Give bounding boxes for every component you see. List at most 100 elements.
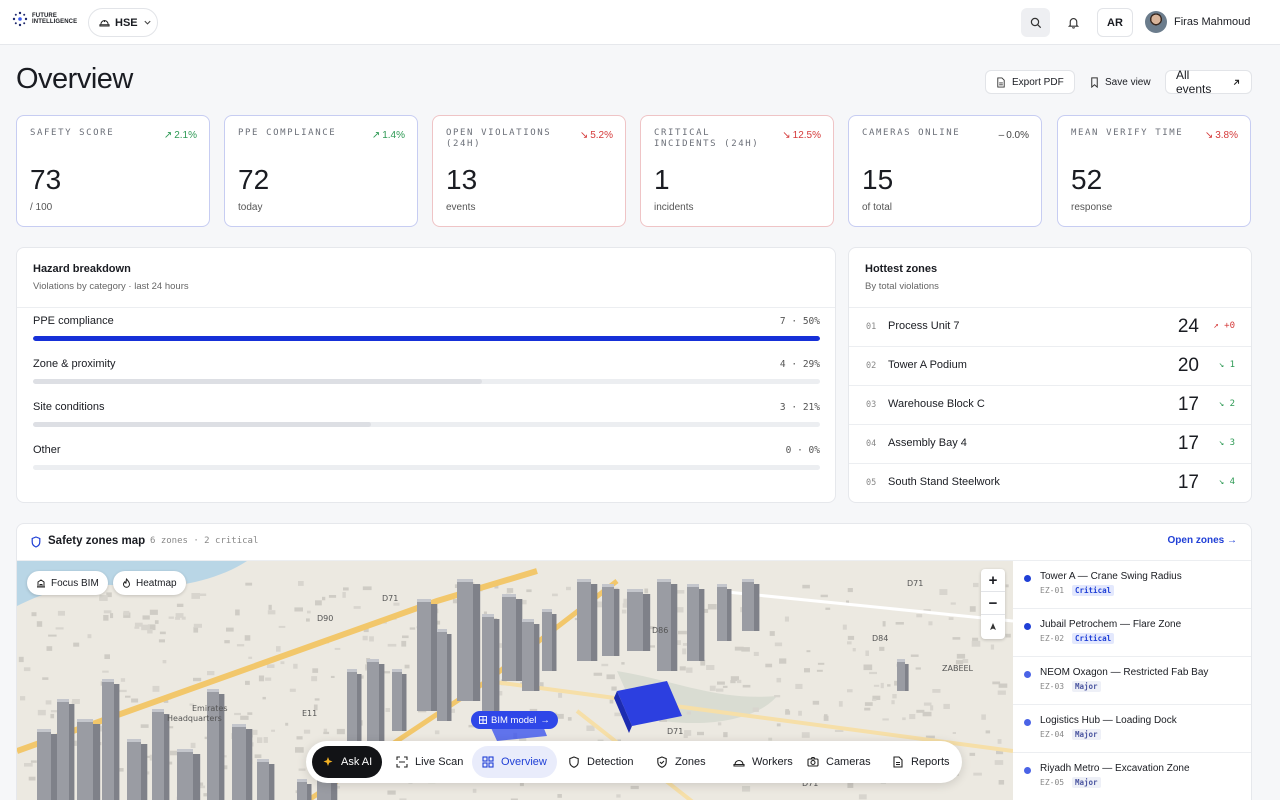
zone-list-item[interactable]: Riyadh Metro — Excavation Zone EZ-05 Major (1013, 753, 1251, 800)
zone-code: EZ-05 (1040, 778, 1065, 787)
brand-logo[interactable]: FUTURE INTELLIGENCE (12, 11, 77, 27)
kpi-label: SAFETY SCORE (30, 128, 115, 138)
save-view-button[interactable]: Save view (1079, 70, 1162, 94)
map-block (226, 627, 234, 632)
map-block (276, 646, 281, 652)
zone-violation-count: 24 (1177, 316, 1199, 337)
map-block (265, 677, 272, 681)
map-block (268, 604, 272, 610)
bim-model-marker[interactable]: BIM model → (471, 711, 558, 729)
hardhat-icon (99, 20, 110, 27)
compass-button[interactable] (981, 615, 1005, 638)
hottest-zone-row[interactable]: 02 Tower A Podium 20 ↘ 1 (849, 346, 1251, 385)
zone-list-item[interactable]: Tower A — Crane Swing Radius EZ-01 Critica… (1013, 561, 1251, 609)
zone-list-item[interactable]: Jubail Petrochem — Flare Zone EZ-02 Critic… (1013, 609, 1251, 657)
open-zones-link[interactable]: Open zones → (1168, 535, 1237, 546)
map-block (872, 698, 877, 701)
zone-delta-value: 1 (1229, 360, 1235, 370)
kpi-card[interactable]: CAMERAS ONLINE –0.0% 15 of total (848, 115, 1042, 227)
zone-list-item[interactable]: NEOM Oxagon — Restricted Fab Bay EZ-03 Maj… (1013, 657, 1251, 705)
map-block (104, 654, 110, 659)
map-block (916, 709, 925, 713)
map-meta: 6 zones · 2 critical (150, 536, 259, 546)
map-block (159, 631, 166, 635)
dock-item-reports[interactable]: Reports (882, 746, 960, 778)
workspace-switcher[interactable]: HSE (88, 8, 158, 37)
hottest-zone-row[interactable]: 01 Process Unit 7 24 ↗ +0 (849, 307, 1251, 346)
kpi-card[interactable]: CRITICAL INCIDENTS (24H) ↘ 12.5% 1 incidents (640, 115, 834, 227)
map-block (18, 656, 24, 663)
hottest-zone-row[interactable]: 04 Assembly Bay 4 17 ↘ 3 (849, 424, 1251, 463)
map-block (804, 668, 810, 673)
document-icon (893, 756, 903, 768)
map-block (303, 729, 311, 734)
notifications-button[interactable] (1061, 8, 1085, 37)
map-building-top (207, 689, 219, 692)
kpi-card[interactable]: MEAN VERIFY TIME ↘ 3.8% 52 response (1057, 115, 1251, 227)
map-block (71, 701, 76, 704)
map-block (742, 684, 751, 688)
zone-list-item[interactable]: Logistics Hub — Loading Dock EZ-04 Major (1013, 705, 1251, 753)
zoom-in-button[interactable]: + (981, 569, 1005, 592)
dock-item-overview[interactable]: Overview (472, 746, 557, 778)
map-block (722, 685, 728, 688)
all-events-button[interactable]: All events (1165, 68, 1252, 96)
map-building-side (246, 729, 253, 800)
heatmap-button[interactable]: Heatmap (113, 571, 186, 595)
map-block (784, 616, 789, 622)
map-block (315, 600, 322, 606)
zone-name: Riyadh Metro — Excavation Zone (1040, 763, 1190, 774)
map-block (197, 593, 207, 596)
language-toggle[interactable]: AR (1097, 8, 1133, 37)
map-title: Safety zones map (48, 535, 146, 547)
map-block (858, 794, 867, 800)
kpi-card[interactable]: SAFETY SCORE ↗ 2.1% 73 / 100 (16, 115, 210, 227)
dock-item-workers[interactable]: Workers (723, 746, 803, 778)
map-block (289, 688, 296, 692)
separator: · (785, 359, 803, 370)
export-pdf-button[interactable]: Export PDF (985, 70, 1075, 94)
map-block (234, 712, 241, 716)
map-block (865, 650, 869, 656)
brand-name: FUTURE INTELLIGENCE (32, 13, 77, 25)
user-menu[interactable]: Firas Mahmoud (1145, 11, 1250, 33)
map-block (362, 635, 368, 641)
search-button[interactable] (1021, 8, 1050, 37)
map-block (679, 666, 686, 671)
map-block (266, 664, 275, 668)
map-block (307, 610, 311, 614)
dock-item-ask-ai[interactable]: Ask AI (312, 746, 383, 778)
map-block (990, 644, 995, 650)
kpi-card[interactable]: PPE COMPLIANCE ↗ 1.4% 72 today (224, 115, 418, 227)
dock-item-live-scan[interactable]: Live Scan (386, 746, 473, 778)
hottest-zone-row[interactable]: 03 Warehouse Block C 17 ↘ 2 (849, 385, 1251, 424)
map-block (311, 676, 318, 682)
hazard-stat: 7 · 50% (780, 316, 820, 327)
kpi-card[interactable]: OPEN VIOLATIONS (24H) ↘ 5.2% 13 events (432, 115, 626, 227)
map-block (566, 586, 571, 591)
dock-item-zones[interactable]: Zones (646, 746, 716, 778)
map-building-top (542, 609, 552, 612)
map-block (140, 724, 149, 728)
map-building-top (297, 779, 307, 782)
map-block (706, 665, 715, 670)
hazard-bar-track (33, 336, 820, 341)
kpi-value: 1 (654, 164, 670, 195)
hottest-zone-row[interactable]: 05 South Stand Steelwork 17 ↘ 4 (849, 463, 1251, 502)
focus-bim-button[interactable]: Focus BIM (27, 571, 108, 595)
dock-item-detection[interactable]: Detection (558, 746, 643, 778)
map-block (649, 645, 655, 648)
map-block (882, 621, 886, 627)
severity-badge: Critical (1072, 633, 1115, 644)
map-block (879, 646, 885, 651)
hazard-pct: 29% (802, 359, 820, 370)
map-block (526, 589, 532, 593)
map-block (847, 782, 854, 788)
hottest-title: Hottest zones (865, 263, 938, 275)
dock-item-cameras[interactable]: Cameras (797, 746, 881, 778)
zoom-out-button[interactable]: − (981, 592, 1005, 615)
map-block (258, 675, 265, 682)
map-block (765, 663, 773, 668)
chevron-down-icon (144, 20, 151, 25)
map-block (616, 794, 621, 798)
